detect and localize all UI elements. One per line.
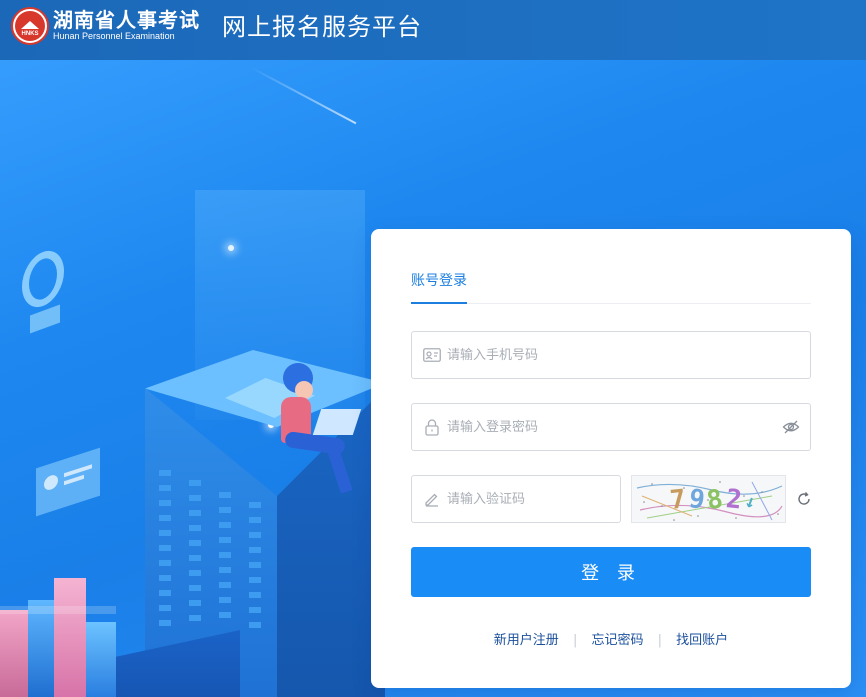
captcha-image[interactable]: 7982↓ — [631, 475, 786, 523]
id-card-icon — [423, 346, 441, 364]
floating-info-card — [36, 447, 100, 517]
bar-indicator — [30, 304, 60, 334]
account-links: 新用户注册 | 忘记密码 | 找回账户 — [371, 629, 851, 648]
link-separator: | — [657, 633, 663, 648]
captcha-digits: 7982↓ — [668, 484, 761, 517]
lock-icon — [423, 418, 441, 436]
password-field — [411, 403, 811, 451]
logo-text: 湖南省人事考试 Hunan Personnel Examination — [53, 9, 200, 42]
ring-gauge-icon — [22, 244, 64, 314]
recover-account-link[interactable]: 找回账户 — [676, 633, 728, 648]
captcha-char: 2 — [724, 484, 747, 516]
forgot-password-link[interactable]: 忘记密码 — [591, 633, 643, 648]
top-header: HNKS 湖南省人事考试 Hunan Personnel Examination… — [0, 0, 866, 60]
refresh-icon[interactable] — [796, 491, 812, 507]
platform-title: 网上报名服务平台 — [222, 13, 422, 41]
phone-input[interactable] — [447, 332, 810, 378]
pen-icon — [423, 490, 441, 508]
light-streak — [249, 66, 357, 125]
register-link[interactable]: 新用户注册 — [494, 633, 559, 648]
decorative-3d-bars — [0, 570, 240, 697]
eye-off-icon[interactable] — [782, 418, 800, 436]
login-button[interactable]: 登 录 — [411, 547, 811, 597]
verification-code-field — [411, 475, 621, 523]
person-with-laptop — [275, 363, 375, 503]
phone-field — [411, 331, 811, 379]
tab-account-login[interactable]: 账号登录 — [411, 269, 467, 304]
login-tab-bar: 账号登录 — [411, 269, 811, 304]
logo-chinese-name: 湖南省人事考试 — [53, 8, 200, 32]
verification-code-input[interactable] — [447, 476, 620, 522]
logo-abbr: HNKS — [21, 31, 39, 37]
hnks-emblem-icon: HNKS — [11, 7, 49, 45]
password-input[interactable] — [447, 404, 782, 450]
link-separator: | — [572, 633, 578, 648]
logo-english-name: Hunan Personnel Examination — [53, 31, 175, 41]
login-card: 账号登录 请输入手机号码 请输入验证码 7982↓ 登 录 新用户注册 | 忘记… — [371, 229, 851, 688]
